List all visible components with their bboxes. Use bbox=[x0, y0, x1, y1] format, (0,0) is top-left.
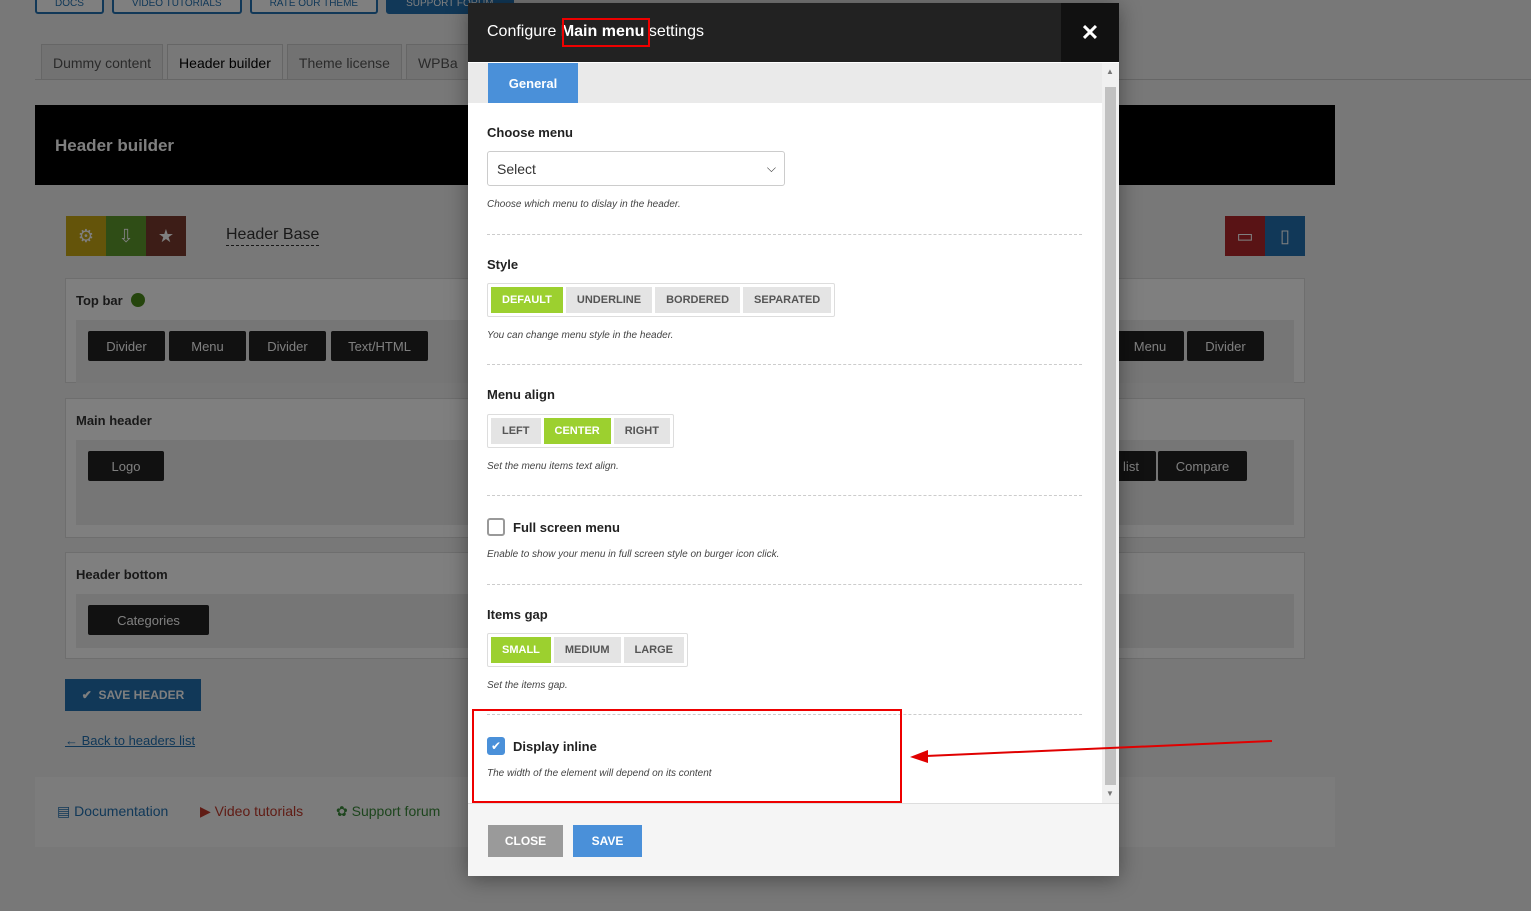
annotation-arrow bbox=[910, 740, 1273, 763]
